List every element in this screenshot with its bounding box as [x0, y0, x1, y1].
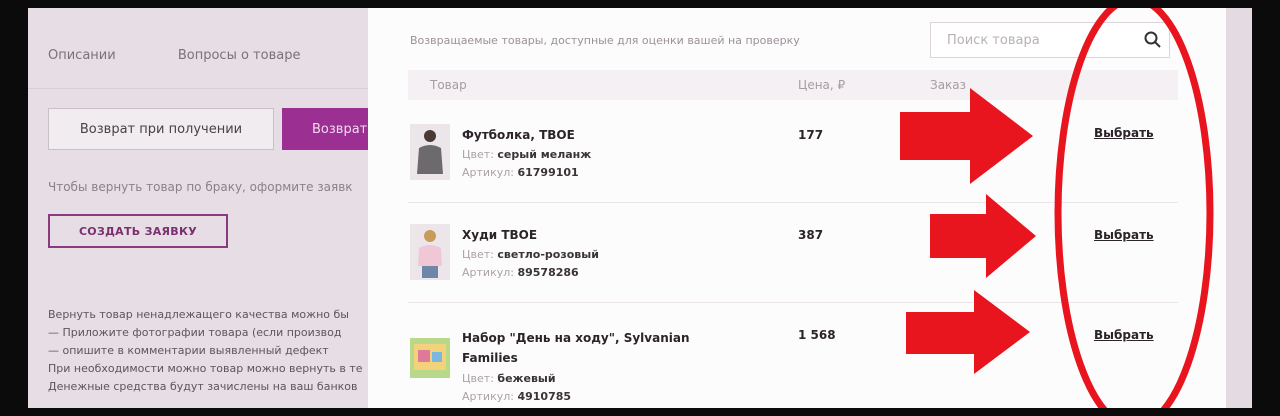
rules-line: — опишите в комментарии выявленный дефек…	[48, 344, 329, 357]
article-label: Артикул:	[462, 266, 514, 279]
screenshot-frame: Описании Вопросы о товаре Возврат при по…	[28, 8, 1252, 408]
color-label: Цвет:	[462, 248, 494, 261]
tab-questions[interactable]: Вопросы о товаре	[178, 48, 301, 63]
color-value: бежевый	[497, 372, 556, 385]
search-placeholder: Поиск товара	[947, 32, 1040, 48]
product-thumbnail	[410, 124, 450, 180]
color-value: светло-розовый	[497, 248, 599, 261]
product-article: Артикул: 4910785	[462, 390, 571, 403]
choose-button[interactable]: Выбрать	[1094, 126, 1154, 140]
product-color: Цвет: светло-розовый	[462, 248, 599, 261]
product-select-modal: Возвращаемые товары, доступные для оценк…	[368, 8, 1226, 408]
return-on-receipt-button[interactable]: Возврат при получении	[48, 108, 274, 150]
tab-description[interactable]: Описании	[48, 48, 116, 63]
product-name-line: Набор "День на ходу", Sylvanian	[462, 331, 690, 345]
background-page: Описании Вопросы о товаре Возврат при по…	[28, 8, 368, 408]
color-label: Цвет:	[462, 372, 494, 385]
product-article: Артикул: 61799101	[462, 166, 579, 179]
column-product: Товар	[430, 78, 467, 92]
product-thumbnail	[410, 338, 450, 378]
divider	[28, 88, 368, 89]
product-color: Цвет: бежевый	[462, 372, 556, 385]
rules-line: При необходимости можно товар можно верн…	[48, 362, 363, 375]
table-row: Футболка, TBOE Цвет: серый меланж Артику…	[408, 104, 1178, 203]
color-value: серый меланж	[497, 148, 592, 161]
scroll-area	[1226, 8, 1252, 408]
color-label: Цвет:	[462, 148, 494, 161]
product-tabs: Описании Вопросы о товаре	[48, 48, 358, 63]
article-label: Артикул:	[462, 390, 514, 403]
search-input[interactable]: Поиск товара	[930, 22, 1170, 58]
product-name: Футболка, TBOE	[462, 128, 575, 142]
product-name: Худи TBOE	[462, 228, 538, 242]
product-thumbnail	[410, 224, 450, 280]
return-rules-text: Вернуть товар ненадлежащего качества мож…	[48, 306, 363, 396]
product-price: 387	[798, 228, 824, 242]
product-article: Артикул: 89578286	[462, 266, 579, 279]
article-value: 4910785	[517, 390, 572, 403]
rules-line: Денежные средства будут зачислены на ваш…	[48, 380, 358, 393]
rules-line: Вернуть товар ненадлежащего качества мож…	[48, 308, 349, 321]
rules-line: — Приложите фотографии товара (если прои…	[48, 326, 342, 339]
column-price[interactable]: Цена, ₽	[798, 78, 845, 92]
article-label: Артикул:	[462, 166, 514, 179]
product-price: 177	[798, 128, 824, 142]
product-color: Цвет: серый меланж	[462, 148, 591, 161]
product-price: 1 568	[798, 328, 836, 342]
article-value: 89578286	[517, 266, 579, 279]
table-row: Набор "День на ходу", Sylvanian Families…	[408, 304, 1178, 408]
search-icon[interactable]	[1143, 30, 1163, 50]
table-header: Товар Цена, ₽ Заказ	[408, 70, 1178, 100]
create-request-button[interactable]: СОЗДАТЬ ЗАЯВКУ	[48, 214, 228, 248]
column-status: Заказ	[930, 78, 967, 92]
choose-button[interactable]: Выбрать	[1094, 328, 1154, 342]
product-name: Набор "День на ходу", Sylvanian Families	[462, 328, 690, 368]
modal-caption: Возвращаемые товары, доступные для оценк…	[410, 34, 800, 47]
article-value: 61799101	[517, 166, 579, 179]
table-row: Худи TBOE Цвет: светло-розовый Артикул: …	[408, 204, 1178, 303]
product-name-line: Families	[462, 351, 518, 365]
choose-button[interactable]: Выбрать	[1094, 228, 1154, 242]
return-hint: Чтобы вернуть товар по браку, оформите з…	[48, 180, 353, 194]
